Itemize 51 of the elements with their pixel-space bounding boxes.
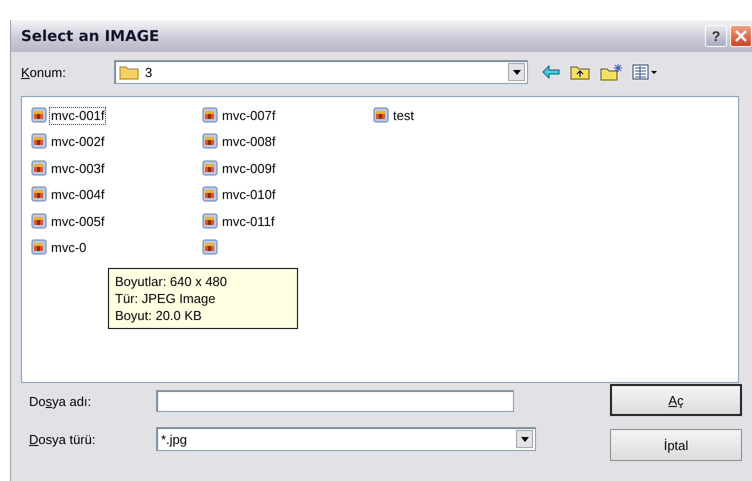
window-title: Select an IMAGE <box>21 27 160 45</box>
location-label: Konum: <box>21 64 67 80</box>
image-file-icon <box>202 107 218 123</box>
back-arrow-icon[interactable] <box>542 65 560 79</box>
file-type-label: Dosya türü: <box>29 432 96 446</box>
dialog-button[interactable]: Aç <box>610 384 742 416</box>
image-file-icon <box>202 160 218 176</box>
image-file-icon <box>202 186 218 202</box>
file-name-label: Dosya adı: <box>29 394 92 408</box>
tooltip-line: Tür: JPEG Image <box>115 291 216 306</box>
up-folder-icon[interactable] <box>570 64 590 80</box>
dropdown-button[interactable] <box>508 63 525 81</box>
image-file-icon <box>202 212 218 229</box>
image-file-icon <box>31 107 47 123</box>
file-item[interactable]: mvc-003f <box>49 160 106 178</box>
image-file-icon <box>31 212 47 229</box>
image-file-icon <box>373 107 389 123</box>
tooltip-line: Boyutlar: 640 x 480 <box>115 274 228 289</box>
file-item[interactable]: mvc-005f <box>49 212 106 231</box>
image-file-icon <box>31 238 47 255</box>
file-item[interactable]: mvc-009f <box>220 160 278 178</box>
file-type-value: *.jpg <box>161 432 188 446</box>
image-file-icon <box>202 133 218 150</box>
file-type-dropdown[interactable]: *.jpg <box>156 427 536 451</box>
view-menu-icon[interactable] <box>632 64 658 80</box>
dialog-button[interactable]: İptal <box>610 429 742 461</box>
file-item[interactable]: mvc-002f <box>49 133 106 152</box>
file-item[interactable]: mvc-001f <box>49 107 106 125</box>
caret-icon <box>512 70 520 74</box>
location-value: 3 <box>145 64 152 80</box>
file-item[interactable]: mvc-011f <box>220 212 276 231</box>
file-name-field[interactable] <box>156 390 514 412</box>
file-item[interactable]: mvc-010f <box>220 186 278 204</box>
file-item[interactable]: mvc-007f <box>220 107 278 125</box>
file-item[interactable]: mvc-004f <box>49 186 106 204</box>
file-item[interactable]: test <box>391 107 416 125</box>
image-file-icon <box>31 186 47 202</box>
new-folder-icon[interactable] <box>600 63 622 81</box>
image-file-icon <box>31 160 47 176</box>
close-button[interactable] <box>730 25 752 47</box>
image-file-icon <box>202 238 218 255</box>
file-item[interactable]: mvc-0 <box>49 238 88 257</box>
location-dropdown[interactable]: 3 <box>114 60 528 84</box>
file-item[interactable]: mvc-008f <box>220 133 278 152</box>
dropdown-button[interactable] <box>516 430 533 448</box>
help-button[interactable]: ? <box>705 25 727 47</box>
folder-icon <box>119 64 139 80</box>
close-icon <box>734 29 748 43</box>
tooltip-line: Boyut: 20.0 KB <box>115 308 203 323</box>
caret-icon <box>520 436 528 442</box>
image-file-icon <box>31 133 47 150</box>
